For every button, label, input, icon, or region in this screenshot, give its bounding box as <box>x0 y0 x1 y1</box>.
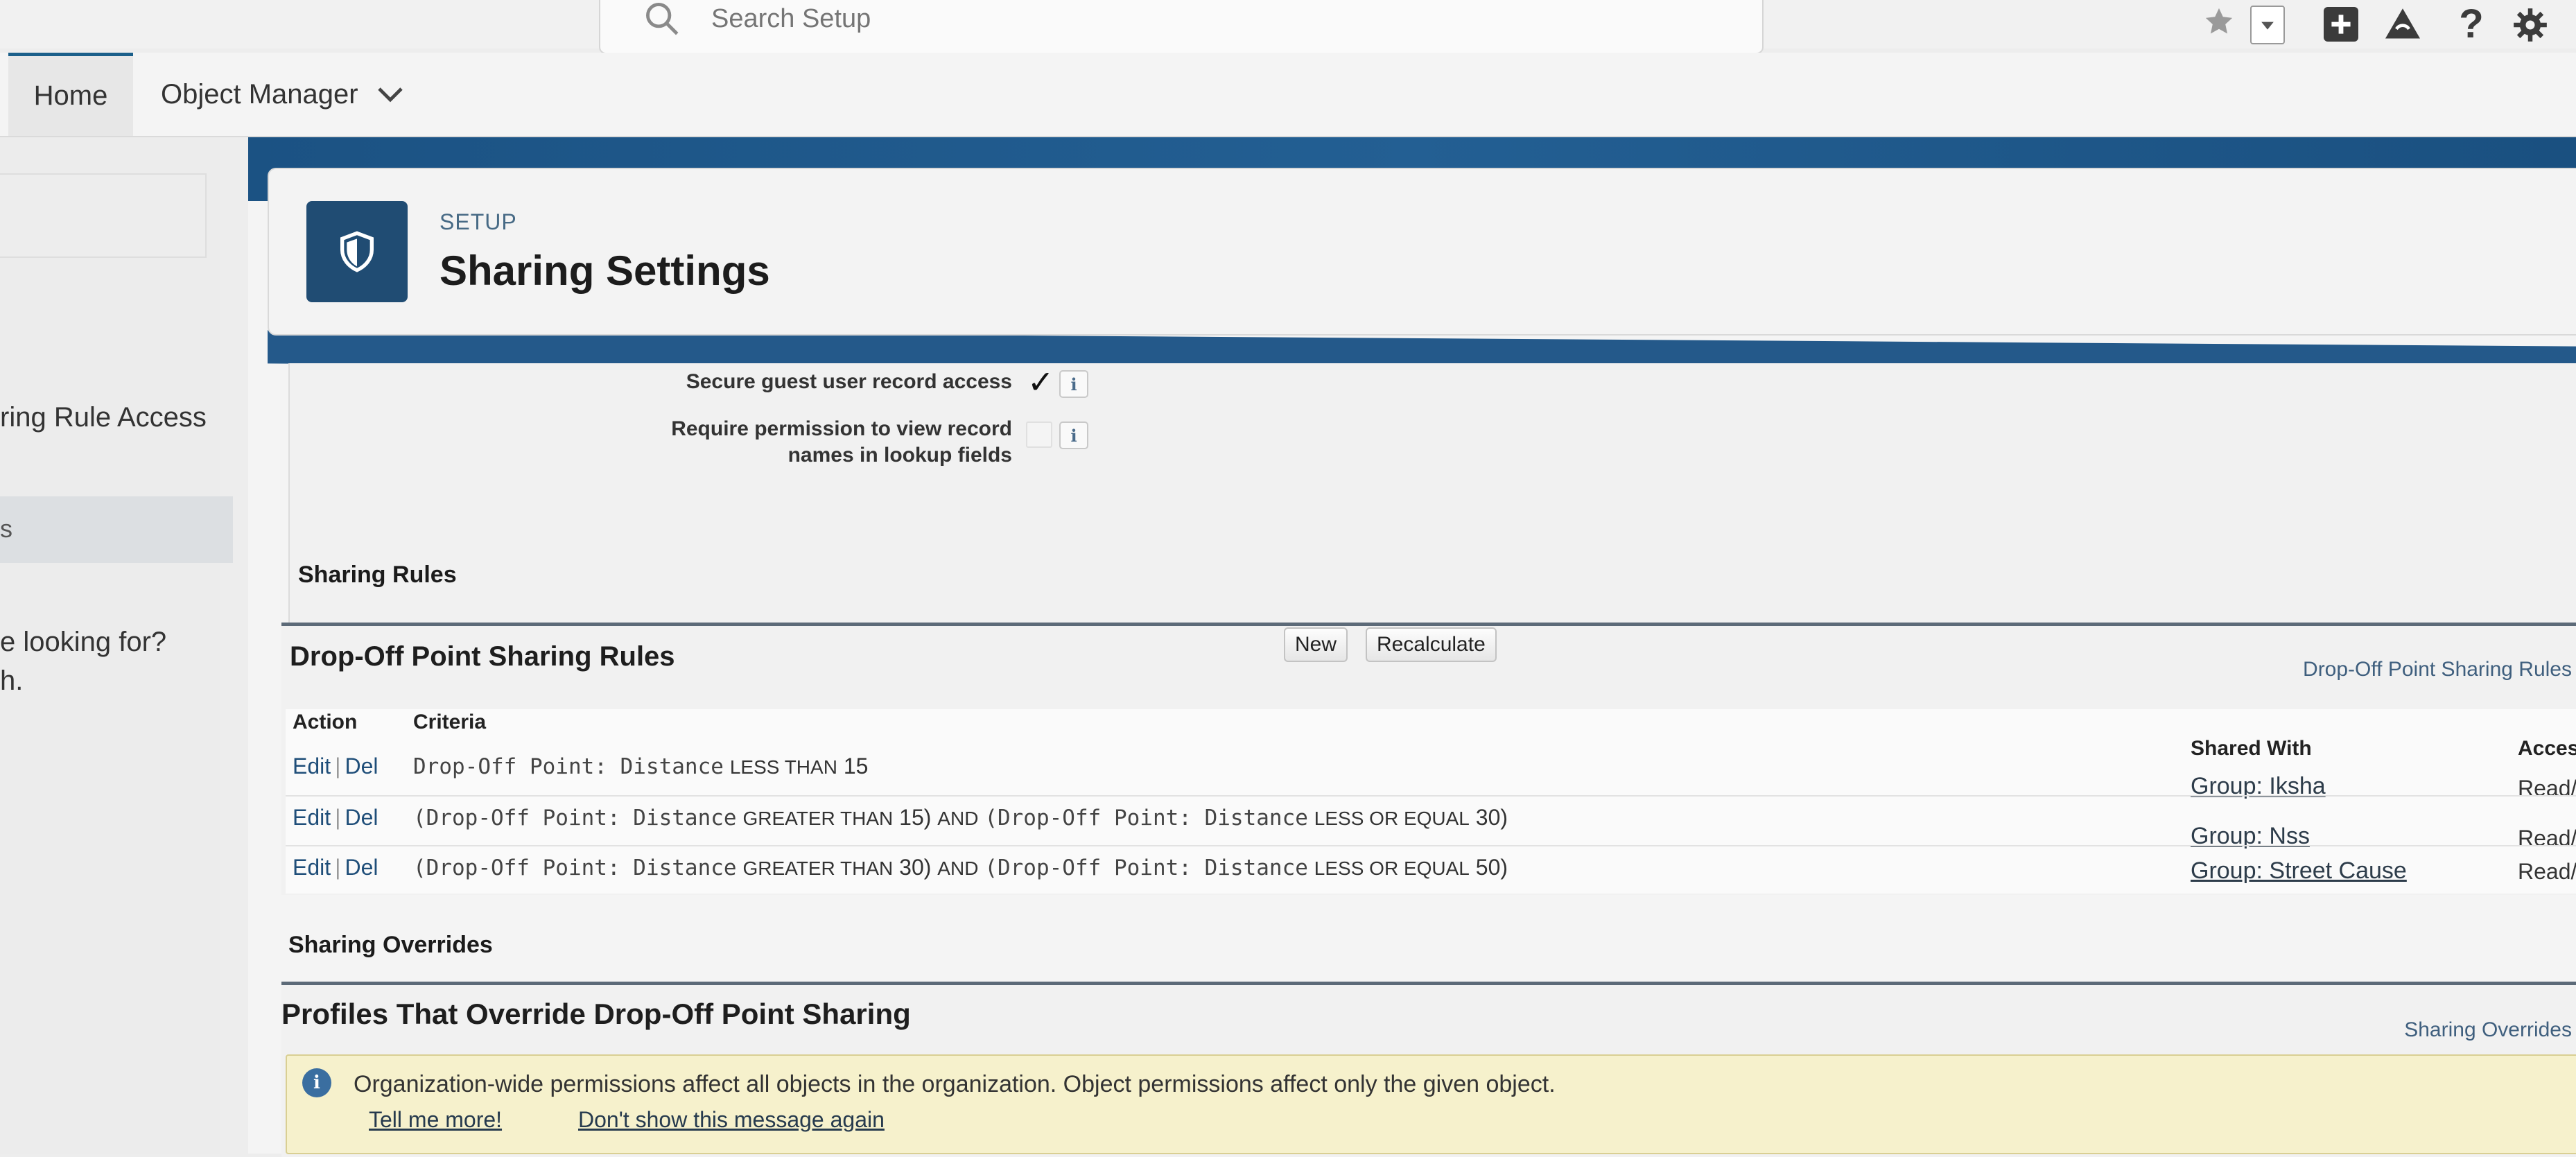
dont-show-again-link[interactable]: Don't show this message again <box>578 1107 885 1133</box>
setup-label: SETUP <box>440 209 517 234</box>
edit-link[interactable]: Edit <box>293 805 331 830</box>
del-link[interactable]: Del <box>345 754 378 778</box>
help-icon[interactable]: ? <box>2454 1 2489 46</box>
criteria-operator: GREATER THAN <box>742 858 894 879</box>
require-permission-checkbox[interactable] <box>1026 421 1052 448</box>
sharing-rules-title: Drop-Off Point Sharing Rules <box>290 641 675 672</box>
tab-home[interactable]: Home <box>8 53 133 136</box>
global-header: ? <box>0 0 2576 54</box>
column-header-action: Action <box>293 711 358 733</box>
trailhead-icon[interactable] <box>2383 7 2422 42</box>
action-separator: | <box>335 805 341 830</box>
global-actions-icon[interactable] <box>2324 7 2358 42</box>
del-link[interactable]: Del <box>345 855 378 880</box>
setup-sidebar: ring Rule Access s e looking for? h. <box>0 137 233 1154</box>
table-row: Edit | Del (Drop-Off Point: Distance GREAT… <box>286 795 2576 851</box>
sharing-overrides-section-label: Sharing Overrides <box>288 932 493 958</box>
del-link[interactable]: Del <box>345 805 378 830</box>
criteria-operator: LESS OR EQUAL <box>1314 808 1470 829</box>
tab-home-label: Home <box>33 80 108 111</box>
recalculate-button[interactable]: Recalculate <box>1366 627 1497 662</box>
sidebar-item-sharing-rule-access[interactable]: ring Rule Access <box>0 402 207 433</box>
require-permission-label-line2: names in lookup fields <box>787 444 1012 467</box>
page-header-card: SETUP Sharing Settings <box>268 168 2576 336</box>
access-level: Read/Wr <box>2518 859 2576 884</box>
sidebar-selected-band[interactable]: s <box>0 496 233 563</box>
criteria-field: (Drop-Off Point: Distance <box>984 855 1308 880</box>
favorites-dropdown-icon[interactable] <box>2250 6 2285 44</box>
info-icon[interactable]: i <box>1059 370 1088 398</box>
secure-guest-checkmark: ✓ <box>1027 364 1054 400</box>
chevron-down-icon[interactable] <box>376 84 404 105</box>
sharing-rules-block: Drop-Off Point Sharing Rules New Recalcu… <box>281 623 2576 895</box>
require-permission-label: Require permission to view record names … <box>458 416 1012 469</box>
criteria-field: Drop-Off Point: Distance <box>413 754 724 779</box>
criteria-operator: LESS THAN <box>729 756 837 778</box>
criteria-and: AND <box>937 858 979 879</box>
sharing-overrides-help-link[interactable]: Sharing Overrides <box>2404 1018 2572 1042</box>
star-icon[interactable] <box>2203 6 2235 37</box>
sharing-rules-section-label: Sharing Rules <box>298 562 457 588</box>
criteria-value: 30) <box>899 855 932 880</box>
gear-icon[interactable] <box>2511 6 2550 44</box>
secure-guest-label: Secure guest user record access <box>686 370 1012 393</box>
criteria-field: (Drop-Off Point: Distance <box>413 806 737 830</box>
info-message-box: i Organization-wide permissions affect a… <box>286 1054 2576 1154</box>
criteria-value: 15) <box>899 805 932 830</box>
criteria-field: (Drop-Off Point: Distance <box>984 806 1308 830</box>
criteria-value: 30) <box>1475 805 1508 830</box>
row-actions: Edit | Del <box>293 805 378 830</box>
rule-criteria: Drop-Off Point: Distance LESS THAN 15 <box>413 754 868 779</box>
require-permission-label-line1: Require permission to view record <box>671 417 1012 440</box>
criteria-value: 50) <box>1475 855 1508 880</box>
criteria-operator: GREATER THAN <box>742 808 894 829</box>
info-icon[interactable]: i <box>1059 421 1088 449</box>
sharing-rules-table: Action Criteria Shared With Access L Edi… <box>286 709 2576 894</box>
quick-find-box[interactable] <box>0 173 207 258</box>
criteria-field: (Drop-Off Point: Distance <box>413 855 737 880</box>
search-icon <box>646 3 679 35</box>
search-box[interactable] <box>599 0 1764 54</box>
info-icon: i <box>302 1068 331 1097</box>
criteria-operator: LESS OR EQUAL <box>1314 858 1470 879</box>
sidebar-item-s: s <box>0 514 12 543</box>
sharing-rules-help-link[interactable]: Drop-Off Point Sharing Rules <box>2303 658 2572 681</box>
sharing-overrides-block: Profiles That Override Drop-Off Point Sh… <box>281 982 2576 1157</box>
table-row: Edit | Del (Drop-Off Point: Distance GREAT… <box>286 845 2576 895</box>
info-message-text: Organization-wide permissions affect all… <box>354 1071 1556 1097</box>
rule-criteria: (Drop-Off Point: Distance GREATER THAN 3… <box>413 855 1508 880</box>
edit-link[interactable]: Edit <box>293 754 331 778</box>
shared-with-link[interactable]: Group: Street Cause <box>2191 858 2407 885</box>
new-rule-button[interactable]: New <box>1284 627 1348 662</box>
search-input[interactable] <box>710 3 1544 35</box>
rule-criteria: (Drop-Off Point: Distance GREATER THAN 1… <box>413 805 1508 830</box>
sidebar-help-text: e looking for? <box>0 627 167 657</box>
overrides-title: Profiles That Override Drop-Off Point Sh… <box>281 998 911 1030</box>
main-content: SETUP Sharing Settings Secure guest user… <box>248 137 2576 1157</box>
row-actions: Edit | Del <box>293 754 378 779</box>
tab-object-manager[interactable]: Object Manager <box>161 53 404 136</box>
criteria-and: AND <box>937 808 979 829</box>
action-separator: | <box>335 754 341 778</box>
edit-link[interactable]: Edit <box>293 855 331 880</box>
shield-icon <box>306 201 408 302</box>
page-title: Sharing Settings <box>440 247 770 294</box>
tell-me-more-link[interactable]: Tell me more! <box>369 1107 502 1133</box>
row-actions: Edit | Del <box>293 855 378 880</box>
sidebar-help-text-2: h. <box>0 666 24 696</box>
column-header-criteria: Criteria <box>413 711 487 733</box>
tab-object-manager-label: Object Manager <box>161 78 358 110</box>
action-separator: | <box>335 855 341 880</box>
setup-nav-bar: Home Object Manager <box>0 53 2576 137</box>
table-row: Edit | Del Drop-Off Point: Distance LESS T… <box>286 745 2576 801</box>
org-settings-panel: Secure guest user record access ✓ i Requ… <box>288 363 2576 639</box>
criteria-value: 15 <box>843 754 869 778</box>
